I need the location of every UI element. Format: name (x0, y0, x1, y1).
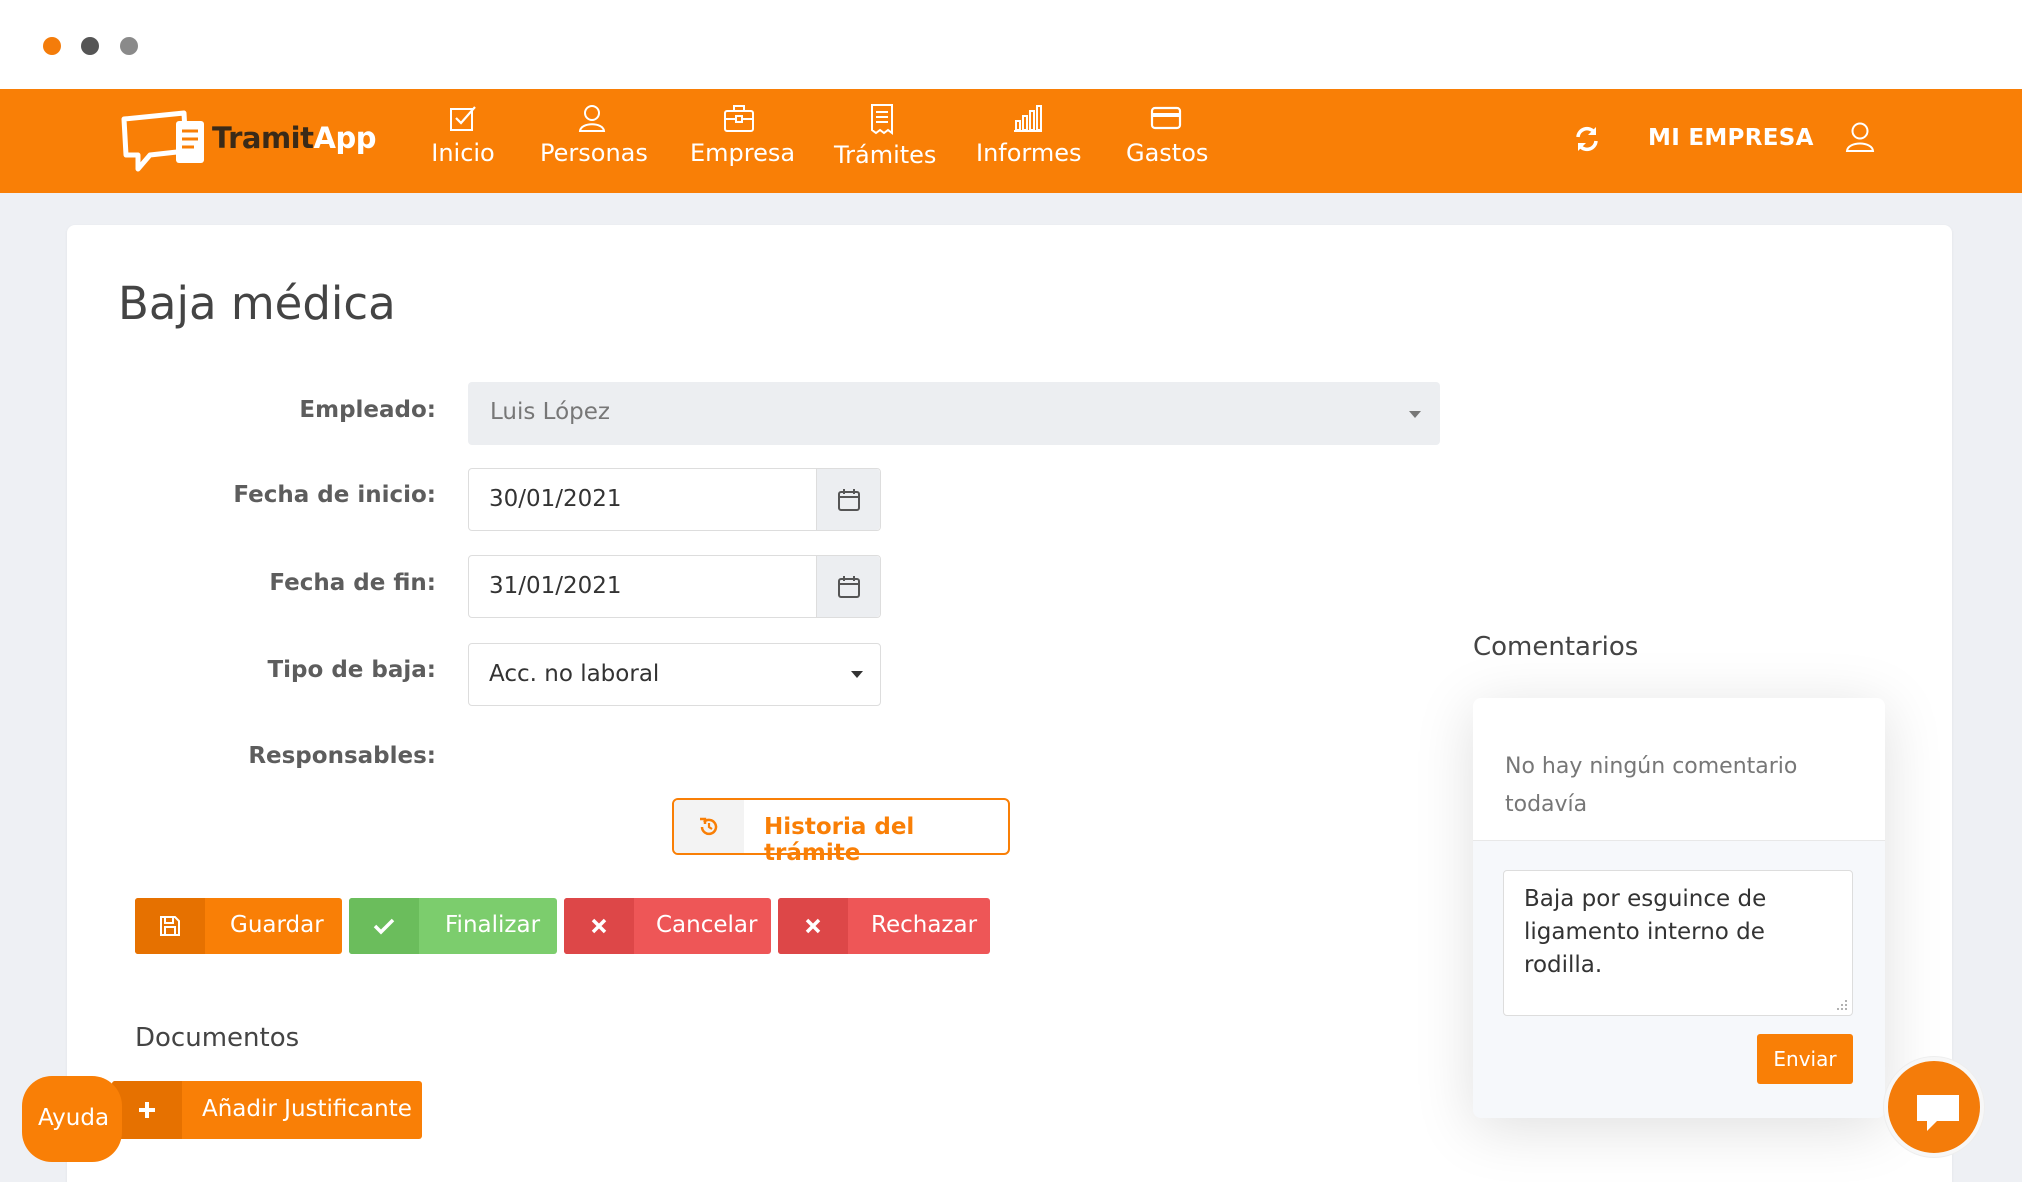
nav-gastos-label: Gastos (1126, 139, 1209, 167)
nav-empresa[interactable]: Empresa (690, 103, 796, 167)
reject-button-label: Rechazar (871, 912, 978, 938)
user-icon (578, 105, 606, 132)
checkmark-icon (373, 918, 395, 935)
fecha-inicio-field[interactable]: 30/01/2021 (468, 468, 881, 531)
bar-chart-icon (1014, 105, 1042, 132)
reject-icon-box (778, 898, 848, 954)
reject-button[interactable]: Rechazar (778, 898, 990, 954)
tipo-baja-label: Tipo de baja: (267, 657, 436, 683)
fecha-fin-value: 31/01/2021 (489, 573, 622, 599)
nav-inicio[interactable]: Inicio (423, 103, 503, 167)
empleado-value: Luis López (490, 399, 610, 425)
window-dot-gray[interactable] (120, 37, 138, 55)
responsables-label: Responsables: (248, 743, 436, 769)
chat-widget-button[interactable] (1884, 1057, 1984, 1157)
tipo-baja-select[interactable]: Acc. no laboral (468, 643, 881, 706)
window-dot-dark[interactable] (81, 37, 99, 55)
chevron-down-icon (851, 671, 863, 678)
chevron-down-icon (1409, 411, 1421, 418)
company-link[interactable]: MI EMPRESA (1648, 125, 1814, 151)
save-button[interactable]: Guardar (135, 898, 342, 954)
chat-icon (1917, 1095, 1959, 1131)
nav-tramites-label: Trámites (834, 141, 937, 169)
empleado-select: Luis López (468, 382, 1440, 445)
comments-list: No hay ningún comentario todavía (1473, 698, 1885, 841)
fecha-fin-field[interactable]: 31/01/2021 (468, 555, 881, 618)
save-icon-box (135, 898, 205, 954)
nav-personas-label: Personas (540, 139, 648, 167)
history-icon-box (674, 800, 744, 853)
cancel-button[interactable]: Cancelar (564, 898, 771, 954)
fecha-inicio-label: Fecha de inicio: (233, 482, 436, 508)
history-button-label: Historia del trámite (764, 814, 915, 866)
calendar-icon (838, 489, 860, 511)
nav-gastos[interactable]: Gastos (1126, 103, 1209, 167)
nav-inicio-label: Inicio (431, 139, 495, 167)
plus-icon (139, 1102, 155, 1118)
cancel-icon-box (564, 898, 634, 954)
close-icon (805, 918, 821, 934)
profile-user-icon[interactable] (1845, 121, 1875, 157)
comments-panel: No hay ningún comentario todavía Baja po… (1473, 698, 1885, 1118)
nav-personas[interactable]: Personas (540, 103, 648, 167)
send-comment-button[interactable]: Enviar (1757, 1034, 1853, 1084)
logo-wordmark: TramitApp (212, 121, 376, 155)
finish-button[interactable]: Finalizar (349, 898, 557, 954)
comments-title: Comentarios (1473, 632, 1639, 662)
top-navbar: TramitApp Inicio Personas Empresa Trámit… (0, 89, 2022, 193)
close-icon (591, 918, 607, 934)
comments-empty-message: No hay ningún comentario todavía (1505, 754, 1798, 817)
fecha-inicio-calendar-button[interactable] (816, 469, 880, 530)
fecha-fin-label: Fecha de fin: (269, 570, 436, 596)
empleado-label: Empleado: (299, 397, 436, 423)
calendar-icon (838, 576, 860, 598)
cancel-button-label: Cancelar (656, 912, 758, 938)
help-button[interactable]: Ayuda (22, 1076, 122, 1162)
add-icon-box (112, 1081, 182, 1139)
floppy-disk-icon (160, 916, 180, 936)
window-chrome (0, 0, 2022, 89)
nav-informes-label: Informes (976, 139, 1082, 167)
nav-tramites[interactable]: Trámites (834, 103, 937, 169)
receipt-icon (871, 104, 893, 135)
refresh-icon[interactable] (1573, 125, 1601, 157)
add-justificante-label: Añadir Justificante (202, 1096, 412, 1122)
documents-title: Documentos (135, 1023, 300, 1053)
comment-input[interactable]: Baja por esguince de ligamento interno d… (1503, 870, 1853, 1016)
fecha-fin-calendar-button[interactable] (816, 556, 880, 617)
tipo-baja-value: Acc. no laboral (489, 661, 660, 687)
comment-input-text: Baja por esguince de ligamento interno d… (1524, 886, 1767, 978)
page-title: Baja médica (118, 277, 396, 330)
nav-informes[interactable]: Informes (976, 103, 1082, 167)
credit-card-icon (1150, 106, 1182, 130)
briefcase-icon (724, 105, 754, 132)
finish-button-label: Finalizar (445, 912, 541, 938)
save-button-label: Guardar (230, 912, 324, 938)
help-button-label: Ayuda (38, 1105, 110, 1131)
fecha-inicio-value: 30/01/2021 (489, 486, 622, 512)
check-square-icon (450, 106, 476, 131)
add-justificante-button[interactable]: Añadir Justificante (112, 1081, 422, 1139)
tramitapp-logo[interactable]: TramitApp (120, 103, 376, 175)
speech-bubble-logo-icon (121, 110, 204, 172)
resize-grip-icon[interactable] (1836, 999, 1848, 1011)
nav-empresa-label: Empresa (690, 139, 796, 167)
finish-icon-box (349, 898, 419, 954)
history-icon (700, 817, 718, 836)
history-button[interactable]: Historia del trámite (672, 798, 1010, 866)
window-dot-orange[interactable] (43, 37, 61, 55)
